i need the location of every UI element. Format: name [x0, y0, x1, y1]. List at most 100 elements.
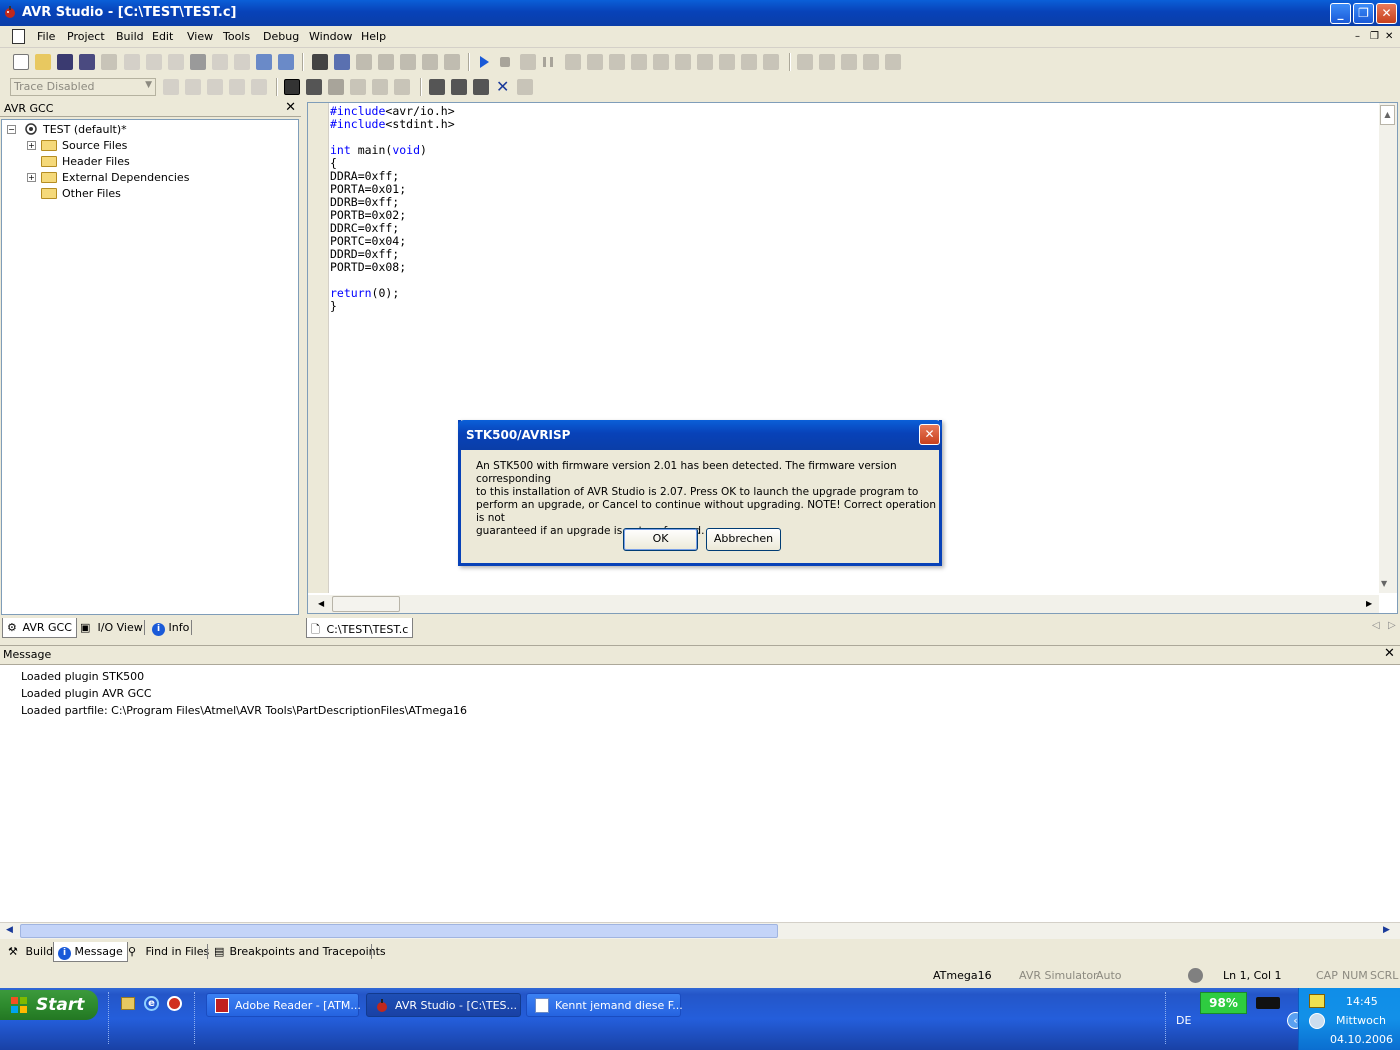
editor-vertical-scrollbar[interactable]: ▲ ▼: [1379, 103, 1397, 593]
tab-build[interactable]: ⚒ Build: [4, 942, 57, 962]
braces-icon[interactable]: [675, 54, 691, 70]
expand-icon[interactable]: +: [27, 173, 36, 182]
trace-up-icon[interactable]: [251, 79, 267, 95]
code-text[interactable]: #include<avr/io.h> #include<stdint.h> int…: [330, 105, 455, 313]
task-browser[interactable]: Kennt jemand diese F...: [526, 993, 683, 1017]
pause-icon[interactable]: [543, 57, 553, 67]
menu-tools[interactable]: Tools: [223, 30, 250, 43]
stop-icon[interactable]: [500, 57, 510, 67]
trace-icon[interactable]: [163, 79, 179, 95]
watch-window-icon[interactable]: [797, 54, 813, 70]
collapse-icon[interactable]: −: [7, 125, 16, 134]
register-window-icon[interactable]: [841, 54, 857, 70]
mdi-restore-button[interactable]: ❐: [1370, 31, 1379, 42]
menu-edit[interactable]: Edit: [152, 30, 173, 43]
hand-icon[interactable]: [719, 54, 735, 70]
message-panel-close-icon[interactable]: ✕: [1384, 646, 1395, 661]
bookmark-next-icon[interactable]: [356, 54, 372, 70]
bookmark-prev-icon[interactable]: [378, 54, 394, 70]
expand-icon[interactable]: +: [27, 141, 36, 150]
media-icon[interactable]: [167, 996, 182, 1011]
code-line[interactable]: PORTD=0x08;: [330, 261, 455, 274]
chip-icon[interactable]: [328, 79, 344, 95]
minimize-button[interactable]: _: [1330, 3, 1351, 24]
scroll-right-icon[interactable]: ▶: [1383, 925, 1390, 935]
task-adobe-reader[interactable]: Adobe Reader - [ATM...: [206, 993, 361, 1017]
program-run-icon[interactable]: [451, 79, 467, 95]
cut-icon[interactable]: [124, 54, 140, 70]
menu-help[interactable]: Help: [361, 30, 386, 43]
code-line[interactable]: return(0);: [330, 287, 455, 300]
breakpoint-toggle-icon[interactable]: [741, 54, 757, 70]
auto-icon[interactable]: [394, 79, 410, 95]
task-avr-studio[interactable]: AVR Studio - [C:\TES...: [366, 993, 521, 1017]
program-icon[interactable]: [429, 79, 445, 95]
step-out-icon[interactable]: [609, 54, 625, 70]
scroll-left-icon[interactable]: ◀: [6, 925, 13, 935]
avr-icon[interactable]: [306, 79, 322, 95]
scroll-up-icon[interactable]: ▲: [1380, 105, 1395, 125]
auto-step-icon[interactable]: [653, 54, 669, 70]
menu-file[interactable]: File: [37, 30, 55, 43]
copy-icon[interactable]: [146, 54, 162, 70]
tab-find-in-files[interactable]: ⚲ Find in Files: [124, 942, 213, 962]
breakpoint-clear-icon[interactable]: [763, 54, 779, 70]
mdi-minimize-button[interactable]: –: [1355, 31, 1360, 42]
save-all-icon[interactable]: [79, 54, 95, 70]
paste-icon[interactable]: [168, 54, 184, 70]
network-icon[interactable]: [1309, 1013, 1325, 1029]
quickwatch-icon[interactable]: [697, 54, 713, 70]
dialog-close-button[interactable]: ✕: [919, 424, 940, 445]
tray-app-icon[interactable]: [1309, 994, 1325, 1008]
binoculars-icon[interactable]: [312, 54, 328, 70]
network-icon[interactable]: [372, 79, 388, 95]
dialog-title-bar[interactable]: STK500/AVRISP ✕: [458, 420, 942, 450]
trace-select[interactable]: Trace Disabled ▼: [10, 78, 156, 96]
print-icon[interactable]: [190, 54, 206, 70]
run-to-cursor-icon[interactable]: [631, 54, 647, 70]
language-indicator[interactable]: DE: [1176, 1014, 1191, 1027]
con-icon[interactable]: [284, 79, 300, 95]
options-gear-icon[interactable]: [517, 79, 533, 95]
step-over-icon[interactable]: [587, 54, 603, 70]
redo-icon[interactable]: [234, 54, 250, 70]
tab-scroll-right-icon[interactable]: ▷: [1388, 620, 1396, 631]
cancel-button[interactable]: Abbrechen: [706, 528, 781, 551]
open-folder-icon[interactable]: [35, 54, 51, 70]
ok-button[interactable]: OK: [623, 528, 698, 551]
scroll-down-icon[interactable]: ▼: [1381, 579, 1387, 588]
new-file-icon[interactable]: [13, 54, 29, 70]
menu-build[interactable]: Build: [116, 30, 144, 43]
internet-explorer-icon[interactable]: e: [144, 996, 159, 1011]
step-into-icon[interactable]: [565, 54, 581, 70]
scroll-left-icon[interactable]: ◀: [318, 599, 324, 608]
indent-icon[interactable]: [422, 54, 438, 70]
reload-icon[interactable]: [101, 54, 117, 70]
tab-avr-gcc[interactable]: ⚙ AVR GCC: [2, 618, 77, 638]
clock-time[interactable]: 14:45: [1346, 995, 1378, 1008]
cancel-x-icon[interactable]: ✕: [496, 77, 509, 96]
title-bar[interactable]: AVR Studio - [C:\TEST\TEST.c] _ ❐ ✕: [0, 0, 1400, 26]
trace-filter-icon[interactable]: [207, 79, 223, 95]
window-cascade-icon[interactable]: [256, 54, 272, 70]
reset-icon[interactable]: [520, 54, 536, 70]
memory-window-icon[interactable]: [819, 54, 835, 70]
horizontal-scroll-thumb[interactable]: [332, 596, 400, 612]
mdi-close-button[interactable]: ✕: [1385, 31, 1393, 42]
tab-io-view[interactable]: ▣ I/O View: [76, 618, 147, 638]
outdent-icon[interactable]: [444, 54, 460, 70]
editor-horizontal-scrollbar[interactable]: ◀ ▶: [308, 595, 1379, 613]
restore-button[interactable]: ❐: [1353, 3, 1374, 24]
verify-icon[interactable]: [473, 79, 489, 95]
tab-info[interactable]: i Info: [148, 618, 193, 638]
code-line[interactable]: int main(void): [330, 144, 455, 157]
bookmark-toggle-icon[interactable]: [334, 54, 350, 70]
menu-window[interactable]: Window: [309, 30, 352, 43]
run-icon[interactable]: [480, 56, 489, 68]
menu-view[interactable]: View: [187, 30, 213, 43]
tab-test-c[interactable]: 🗋 C:\TEST\TEST.c: [306, 618, 414, 638]
code-line[interactable]: }: [330, 300, 455, 313]
menu-project[interactable]: Project: [67, 30, 105, 43]
tab-message[interactable]: i Message: [53, 942, 128, 962]
battery-indicator[interactable]: 98%: [1200, 992, 1247, 1014]
